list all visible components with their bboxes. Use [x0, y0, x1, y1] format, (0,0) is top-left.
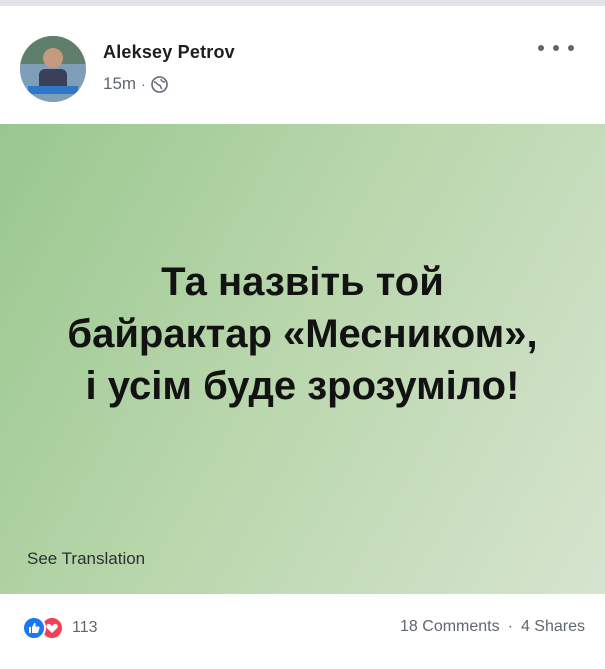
avatar[interactable] — [20, 36, 86, 102]
engagement-stats: 18 Comments · 4 Shares — [400, 618, 585, 636]
see-translation-link[interactable]: See Translation — [27, 549, 145, 569]
more-dot — [538, 45, 544, 51]
globe-icon[interactable] — [150, 75, 168, 93]
shares-count[interactable]: 4 Shares — [521, 618, 585, 636]
stats-separator: · — [507, 618, 513, 635]
more-options-button[interactable] — [538, 40, 574, 56]
post-meta: 15m · — [103, 74, 168, 94]
meta-separator: · — [141, 76, 146, 92]
post-header: Aleksey Petrov 15m · — [0, 6, 605, 124]
background-text-post: Та назвіть той байрактар «Месником», і у… — [0, 124, 605, 594]
more-dot — [553, 45, 559, 51]
like-reaction-icon — [22, 616, 46, 640]
comments-count[interactable]: 18 Comments — [400, 618, 500, 636]
post-footer: 113 18 Comments · 4 Shares — [0, 594, 605, 669]
post-time[interactable]: 15m — [103, 74, 136, 94]
author-name[interactable]: Aleksey Petrov — [103, 42, 235, 63]
reactions-summary[interactable]: 113 — [22, 616, 98, 640]
reaction-count: 113 — [72, 619, 98, 636]
more-dot — [568, 45, 574, 51]
post-card: Aleksey Petrov 15m · Та назвіть той байр… — [0, 6, 605, 669]
post-text: Та назвіть той байрактар «Месником», і у… — [67, 260, 538, 408]
